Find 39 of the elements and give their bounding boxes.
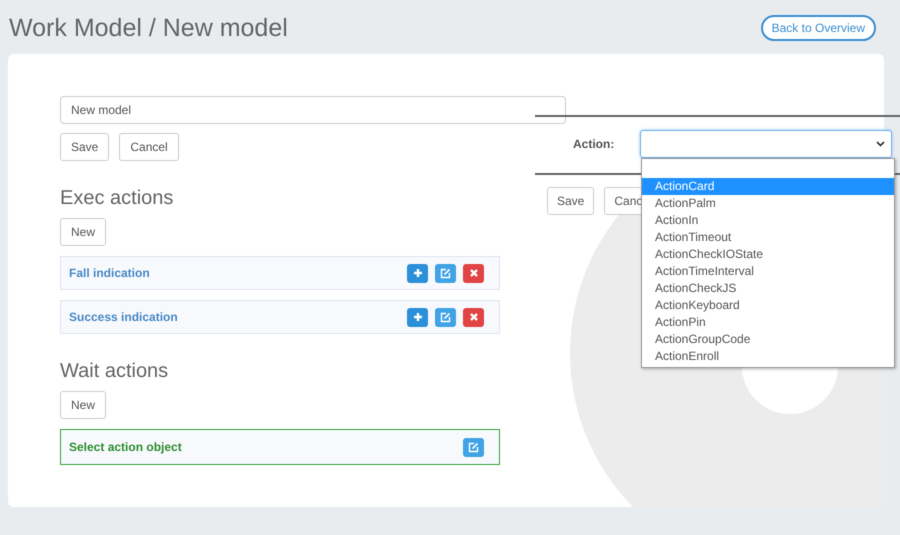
delete-button[interactable] bbox=[463, 308, 484, 326]
delete-button[interactable] bbox=[463, 264, 484, 282]
section-heading: Exec actions bbox=[60, 187, 174, 210]
dropdown-option[interactable]: ActionEnroll bbox=[642, 348, 894, 365]
dropdown-option[interactable]: ActionTimeout bbox=[642, 229, 894, 246]
add-button[interactable] bbox=[407, 308, 428, 326]
chevron-icon bbox=[876, 141, 886, 147]
dropdown-option[interactable]: ActionIn bbox=[642, 212, 894, 229]
dropdown-option[interactable]: ActionCheckIOState bbox=[642, 246, 894, 263]
plus-icon bbox=[412, 268, 422, 278]
dropdown-option[interactable]: ActionGroupCode bbox=[642, 331, 894, 348]
action-name: Fall indication bbox=[69, 266, 150, 280]
action-label: Action: bbox=[573, 137, 614, 151]
action-name: Success indication bbox=[69, 310, 178, 324]
edit-button[interactable] bbox=[435, 308, 456, 326]
edit-icon bbox=[440, 268, 451, 278]
dropdown-option[interactable]: ActionCheckJS bbox=[642, 280, 894, 297]
dropdown-option[interactable]: ActionPin bbox=[642, 314, 894, 331]
close-icon bbox=[468, 312, 478, 322]
dropdown-option[interactable]: ActionTimeInterval bbox=[642, 263, 894, 280]
save-button[interactable]: Save bbox=[60, 133, 110, 161]
edit-icon bbox=[440, 312, 451, 322]
plus-icon bbox=[412, 312, 422, 322]
action-name: Select action object bbox=[69, 440, 182, 454]
dropdown-option[interactable]: ActionKeyboard bbox=[642, 297, 894, 314]
cancel-button[interactable]: Cancel bbox=[119, 133, 179, 161]
edit-button[interactable] bbox=[463, 438, 484, 456]
section-heading: Wait actions bbox=[60, 360, 170, 383]
action-select[interactable] bbox=[640, 130, 892, 158]
new-button[interactable]: New bbox=[60, 391, 106, 419]
edit-icon bbox=[468, 442, 479, 452]
add-button[interactable] bbox=[407, 264, 428, 282]
model-name-field[interactable]: New model bbox=[60, 96, 566, 124]
page-title: Work Model / New model bbox=[9, 14, 288, 42]
save-button[interactable]: Save bbox=[547, 187, 594, 215]
new-button[interactable]: New bbox=[60, 218, 106, 246]
edit-button[interactable] bbox=[435, 264, 456, 282]
close-icon bbox=[468, 268, 478, 278]
action-item[interactable]: Select action object bbox=[60, 429, 500, 465]
